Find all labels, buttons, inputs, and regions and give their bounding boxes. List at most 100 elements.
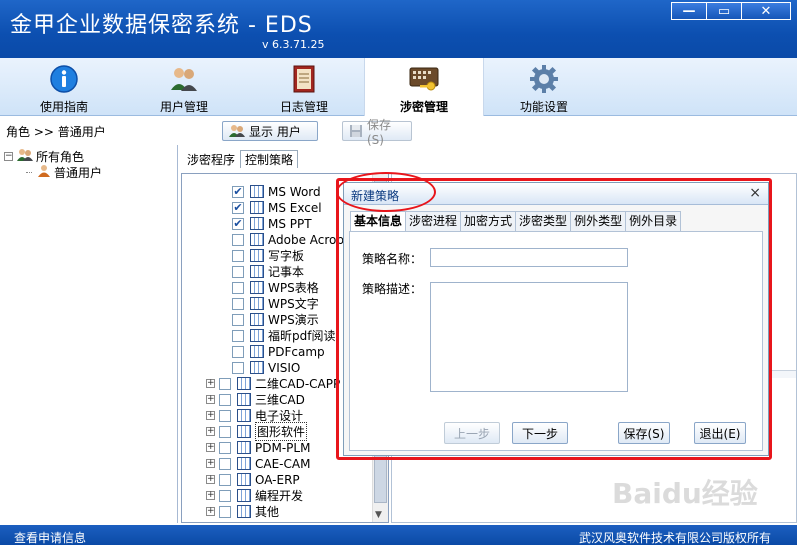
status-left-link[interactable]: 查看申请信息 <box>14 529 86 545</box>
checkbox[interactable] <box>232 313 244 326</box>
checkbox[interactable] <box>219 377 231 390</box>
list-item[interactable]: VISIO <box>232 360 300 375</box>
tree-root-all-roles[interactable]: − 所有角色 <box>4 148 84 164</box>
checkbox-checked[interactable]: ✔ <box>232 217 244 230</box>
collapse-icon[interactable]: − <box>4 151 13 161</box>
list-group[interactable]: + CAE-CAM <box>206 456 310 471</box>
restore-button[interactable]: ▭ <box>706 2 742 20</box>
list-item[interactable]: WPS演示 <box>232 312 319 327</box>
list-item[interactable]: 写字板 <box>232 248 304 263</box>
checkbox-checked[interactable]: ✔ <box>232 201 244 214</box>
checkbox[interactable] <box>232 249 244 262</box>
checkbox[interactable] <box>232 329 244 342</box>
list-group[interactable]: + OA-ERP <box>206 472 300 487</box>
list-item[interactable]: ✔ MS PPT <box>232 216 312 231</box>
tab-encryption-method[interactable]: 加密方式 <box>460 211 517 231</box>
close-button[interactable]: ✕ <box>741 2 791 20</box>
tab-function-settings[interactable]: 功能设置 <box>484 58 604 116</box>
list-item[interactable]: ✔ MS Word <box>232 184 321 199</box>
expand-icon[interactable]: + <box>206 491 215 500</box>
tab-user-guide[interactable]: 使用指南 <box>4 58 124 116</box>
tab-secret-management[interactable]: 涉密管理 <box>364 58 484 116</box>
expand-icon[interactable]: + <box>206 427 215 436</box>
dialog-tabs: 基本信息 涉密进程 加密方式 涉密类型 例外类型 例外目录 <box>350 211 682 231</box>
close-icon[interactable]: × <box>749 185 761 201</box>
list-group[interactable]: + 三维CAD <box>206 392 305 407</box>
tab-control-policy[interactable]: 控制策略 <box>240 150 299 168</box>
users-icon <box>229 124 245 138</box>
item-label: WPS演示 <box>268 313 319 327</box>
checkbox[interactable] <box>219 489 231 502</box>
user-icon <box>37 164 51 181</box>
checkbox[interactable] <box>232 297 244 310</box>
tab-basic-info[interactable]: 基本信息 <box>350 211 407 231</box>
list-item[interactable]: PDFcamp <box>232 344 325 359</box>
item-label: 三维CAD <box>255 393 305 407</box>
checkbox[interactable] <box>232 265 244 278</box>
list-group[interactable]: + PDM-PLM <box>206 440 310 455</box>
checkbox[interactable] <box>232 281 244 294</box>
item-label: 编程开发 <box>255 489 304 503</box>
expand-icon[interactable]: + <box>206 411 215 420</box>
list-item[interactable]: Adobe Acrob <box>232 232 344 247</box>
policy-name-input[interactable] <box>430 248 628 267</box>
tree-item-normal-user[interactable]: 普通用户 <box>26 164 102 180</box>
checkbox[interactable] <box>232 345 244 358</box>
item-label: 其他 <box>255 505 280 519</box>
dialog-save-button[interactable]: 保存(S) <box>618 422 670 444</box>
tab-secret-programs[interactable]: 涉密程序 <box>182 150 240 168</box>
prev-step-button[interactable]: 上一步 <box>444 422 500 444</box>
expand-icon[interactable]: + <box>206 459 215 468</box>
list-item[interactable]: 福昕pdf阅读 <box>232 328 335 343</box>
expand-icon[interactable]: + <box>206 395 215 404</box>
app-icon <box>250 361 264 374</box>
app-icon <box>250 249 264 262</box>
list-group[interactable]: + 编程开发 <box>206 488 303 503</box>
item-label: VISIO <box>268 360 301 375</box>
tab-user-management[interactable]: 用户管理 <box>124 58 244 116</box>
list-item[interactable]: WPS表格 <box>232 280 319 295</box>
list-item[interactable]: ✔ MS Excel <box>232 200 322 215</box>
dialog-titlebar: 新建策略 × <box>344 183 768 205</box>
chevron-down-icon[interactable]: ▼ <box>375 510 382 520</box>
tab-secret-type[interactable]: 涉密类型 <box>515 211 572 231</box>
list-group[interactable]: + 其他 <box>206 504 279 519</box>
checkbox[interactable] <box>219 457 231 470</box>
tab-log-management[interactable]: 日志管理 <box>244 58 364 116</box>
dialog-body: 策略名称： 策略描述： 上一步 下一步 保存(S) 退出(E) <box>349 231 763 451</box>
app-icon <box>250 329 264 342</box>
show-user-label: 显示 用户 <box>249 124 301 139</box>
save-button[interactable]: 保存(S) <box>342 118 412 147</box>
expand-icon[interactable]: + <box>206 443 215 452</box>
list-group[interactable]: + 二维CAD-CAPP <box>206 376 340 391</box>
checkbox[interactable] <box>219 409 231 422</box>
checkbox[interactable] <box>219 393 231 406</box>
checkbox-checked[interactable]: ✔ <box>232 185 244 198</box>
app-group-icon <box>237 505 251 518</box>
tab-exception-directory[interactable]: 例外目录 <box>625 211 682 231</box>
expand-icon[interactable]: + <box>206 507 215 516</box>
policy-desc-textarea[interactable] <box>430 282 628 392</box>
checkbox[interactable] <box>219 473 231 486</box>
floppy-icon <box>349 124 363 138</box>
checkbox[interactable] <box>219 425 231 438</box>
checkbox[interactable] <box>219 441 231 454</box>
expand-icon[interactable]: + <box>206 475 215 484</box>
next-step-button[interactable]: 下一步 <box>512 422 568 444</box>
tab-secret-process[interactable]: 涉密进程 <box>405 211 462 231</box>
checkbox[interactable] <box>232 361 244 374</box>
item-label: MS Excel <box>268 200 322 215</box>
gear-icon <box>528 64 560 94</box>
checkbox[interactable] <box>219 505 231 518</box>
exit-button[interactable]: 退出(E) <box>694 422 746 444</box>
checkbox[interactable] <box>232 233 244 246</box>
list-item[interactable]: 记事本 <box>232 264 304 279</box>
app-group-icon <box>237 489 251 502</box>
tab-exception-type[interactable]: 例外类型 <box>570 211 627 231</box>
list-item[interactable]: WPS文字 <box>232 296 319 311</box>
list-group[interactable]: + 电子设计 <box>206 408 303 423</box>
expand-icon[interactable]: + <box>206 379 215 388</box>
show-user-button[interactable]: 显示 用户 <box>222 121 318 141</box>
list-group[interactable]: + 图形软件 <box>206 422 308 441</box>
minimize-button[interactable]: — <box>671 2 707 20</box>
